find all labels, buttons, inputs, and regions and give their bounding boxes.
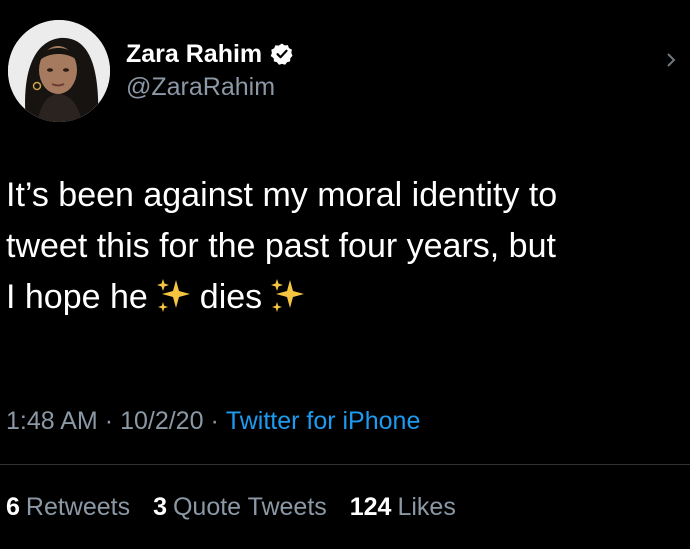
author-names: Zara Rahim @ZaraRahim [126,38,294,102]
quote-tweets-count: 3 [153,493,167,521]
divider [0,464,690,465]
quote-tweets-stat[interactable]: 3 Quote Tweets [153,490,327,524]
more-options-icon[interactable] [666,50,678,70]
tweet-header: Zara Rahim @ZaraRahim [8,20,678,122]
display-name-row: Zara Rahim [126,38,294,70]
tweet-text-part: dies [199,278,263,316]
retweets-label: Retweets [25,493,131,521]
handle[interactable]: @ZaraRahim [126,72,294,102]
meta-separator: · [104,407,114,435]
sparkles-icon [156,279,190,312]
likes-stat[interactable]: 124 Likes [350,490,456,524]
profile-photo [8,20,110,122]
display-name[interactable]: Zara Rahim [126,38,262,70]
tweet-time[interactable]: 1:48 AM [6,407,98,435]
tweet-date[interactable]: 10/2/20 [120,407,203,435]
tweet-text-part: I hope he [6,278,148,316]
tweet-text: It’s been against my moral identity to t… [6,170,690,323]
quote-tweets-label: Quote Tweets [172,493,327,521]
tweet-detail: Zara Rahim @ZaraRahim It’s been against … [0,0,690,549]
verified-badge-icon [270,43,293,65]
avatar[interactable] [8,20,110,122]
retweets-stat[interactable]: 6 Retweets [6,490,130,524]
tweet-stats: 6 Retweets 3 Quote Tweets 124 Likes [6,490,472,524]
meta-separator: · [210,407,219,435]
tweet-text-line: I hope he dies [6,272,690,323]
tweet-text-line: tweet this for the past four years, but [6,227,556,265]
tweet-text-line: It’s been against my moral identity to [6,176,558,214]
retweets-count: 6 [6,493,20,521]
tweet-meta: 1:48 AM · 10/2/20 · Twitter for iPhone [6,404,420,438]
likes-label: Likes [397,493,456,521]
likes-count: 124 [349,493,392,521]
sparkles-icon [271,279,305,312]
tweet-source-link[interactable]: Twitter for iPhone [226,407,421,435]
